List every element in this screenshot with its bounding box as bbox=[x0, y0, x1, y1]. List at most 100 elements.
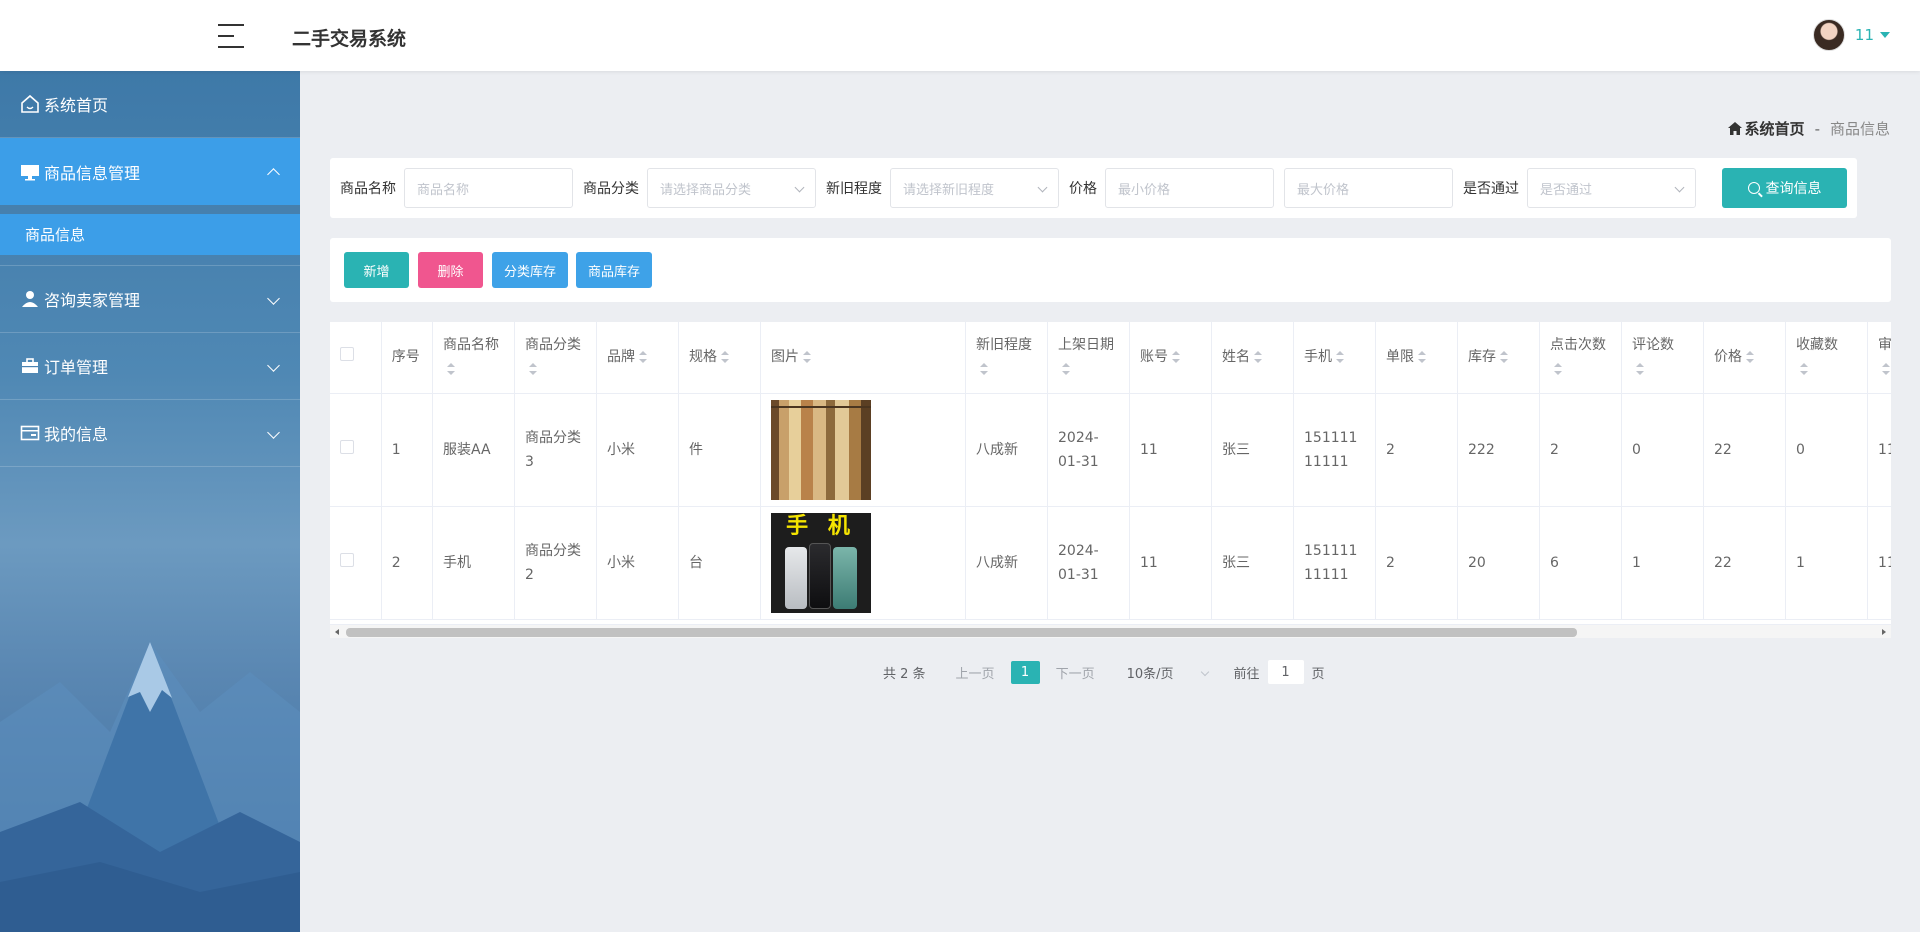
column-header[interactable]: 价格 bbox=[1703, 322, 1786, 394]
sort-icon[interactable] bbox=[1500, 351, 1508, 364]
cell-favorites: 0 bbox=[1785, 393, 1868, 507]
product-stock-button[interactable]: 商品库存 bbox=[576, 252, 652, 288]
sort-icon[interactable] bbox=[529, 363, 537, 376]
min-price-input[interactable]: 最小价格 bbox=[1105, 168, 1274, 208]
column-header[interactable]: 库存 bbox=[1457, 322, 1540, 394]
product-name-input[interactable]: 商品名称 bbox=[404, 168, 573, 208]
username[interactable]: 11 bbox=[1855, 26, 1874, 44]
caret-down-icon[interactable] bbox=[1880, 32, 1890, 38]
cell-stock: 222 bbox=[1457, 393, 1540, 507]
column-header[interactable]: 序号 bbox=[381, 322, 434, 394]
column-header[interactable]: 商品名称 bbox=[432, 322, 515, 394]
column-header[interactable]: 姓名 bbox=[1211, 322, 1294, 394]
sort-icon[interactable] bbox=[1800, 363, 1808, 376]
condition-select[interactable]: 请选择新旧程度 bbox=[890, 168, 1059, 208]
monitor-icon bbox=[20, 162, 40, 182]
table-row[interactable]: 1 服装AA 商品分类3 小米 件 八成新 2024-01-31 11 张三 1… bbox=[330, 393, 1891, 507]
next-page-button[interactable]: 下一页 bbox=[1056, 663, 1095, 682]
cell-person: 张三 bbox=[1211, 506, 1294, 620]
column-header[interactable]: 新旧程度 bbox=[965, 322, 1048, 394]
sort-icon[interactable] bbox=[1254, 351, 1262, 364]
cell-limit: 2 bbox=[1375, 506, 1458, 620]
cell-brand: 小米 bbox=[596, 506, 679, 620]
scroll-right-icon[interactable] bbox=[1882, 629, 1886, 635]
column-label: 收藏数 bbox=[1796, 337, 1838, 354]
column-header[interactable]: 商品分类 bbox=[514, 322, 597, 394]
phone-black bbox=[809, 542, 831, 609]
table-row[interactable]: 2 手机 商品分类2 小米 台 手 机 八成新 2024-01-31 11 张三 bbox=[330, 506, 1891, 620]
sidebar-item-my-info[interactable]: 我的信息 bbox=[0, 400, 300, 467]
sort-icon[interactable] bbox=[1172, 351, 1180, 364]
sidebar-item-orders[interactable]: 订单管理 bbox=[0, 333, 300, 400]
sort-icon[interactable] bbox=[980, 363, 988, 376]
sort-icon[interactable] bbox=[1062, 363, 1070, 376]
column-header[interactable]: 上架日期 bbox=[1047, 322, 1130, 394]
category-stock-button[interactable]: 分类库存 bbox=[492, 252, 568, 288]
page-size-select[interactable]: 10条/页 bbox=[1127, 663, 1214, 682]
sidebar-item-seller-inquiry[interactable]: 咨询卖家管理 bbox=[0, 266, 300, 333]
column-label: 手机 bbox=[1304, 349, 1332, 366]
row-checkbox[interactable] bbox=[340, 439, 354, 454]
cell-spec: 台 bbox=[678, 506, 761, 620]
sidebar-item-product-management[interactable]: 商品信息管理 bbox=[0, 138, 300, 205]
column-header[interactable]: 收藏数 bbox=[1785, 322, 1868, 394]
column-header[interactable]: 账号 bbox=[1129, 322, 1212, 394]
select-all-checkbox[interactable] bbox=[340, 347, 354, 362]
phone-green bbox=[833, 546, 857, 609]
phone-photo[interactable]: 手 机 bbox=[771, 512, 871, 613]
column-header[interactable]: 单限 bbox=[1375, 322, 1458, 394]
column-header[interactable]: 图片 bbox=[760, 322, 966, 394]
column-header[interactable]: 规格 bbox=[678, 322, 761, 394]
breadcrumb-home[interactable]: 系统首页 bbox=[1727, 118, 1805, 139]
page-number-current[interactable]: 1 bbox=[1010, 660, 1040, 684]
cell-image bbox=[760, 393, 966, 507]
sort-icon[interactable] bbox=[1336, 351, 1344, 364]
sort-icon[interactable] bbox=[639, 351, 647, 364]
row-checkbox[interactable] bbox=[340, 552, 354, 567]
add-button[interactable]: 新增 bbox=[344, 252, 409, 288]
user-menu[interactable]: 11 bbox=[1812, 19, 1890, 51]
goto-page-input[interactable]: 1 bbox=[1267, 660, 1304, 684]
breadcrumb-current: 商品信息 bbox=[1829, 120, 1890, 138]
delete-button[interactable]: 删除 bbox=[418, 252, 483, 288]
sort-icon[interactable] bbox=[1746, 351, 1754, 364]
select-all-cell bbox=[330, 322, 382, 394]
sort-icon[interactable] bbox=[721, 351, 729, 364]
column-header[interactable]: 审核回复 bbox=[1867, 322, 1891, 394]
prev-page-button[interactable]: 上一页 bbox=[956, 663, 995, 682]
column-header[interactable]: 评论数 bbox=[1621, 322, 1704, 394]
sort-icon[interactable] bbox=[447, 363, 455, 376]
approved-select[interactable]: 是否通过 bbox=[1527, 168, 1696, 208]
query-button[interactable]: 查询信息 bbox=[1722, 168, 1847, 208]
avatar[interactable] bbox=[1812, 19, 1845, 51]
sort-icon[interactable] bbox=[1418, 351, 1426, 364]
action-panel: 新增 删除 分类库存 商品库存 bbox=[330, 238, 1891, 302]
sidebar-item-home[interactable]: 系统首页 bbox=[0, 71, 300, 138]
category-label: 商品分类 bbox=[583, 181, 639, 197]
sort-icon[interactable] bbox=[1636, 363, 1644, 376]
pagination: 共 2 条 上一页 1 下一页 10条/页 前往 1 页 bbox=[883, 660, 1325, 684]
cell-condition: 八成新 bbox=[965, 506, 1048, 620]
column-label: 商品分类 bbox=[525, 337, 581, 354]
scroll-left-icon[interactable] bbox=[335, 629, 339, 635]
sort-icon[interactable] bbox=[1554, 363, 1562, 376]
horizontal-scrollbar[interactable] bbox=[330, 624, 1891, 638]
sidebar-subitem-product-info[interactable]: 商品信息 bbox=[0, 214, 300, 255]
goto-label: 前往 bbox=[1233, 666, 1260, 682]
sort-icon[interactable] bbox=[803, 351, 811, 364]
column-header[interactable]: 手机 bbox=[1293, 322, 1376, 394]
column-header[interactable]: 点击次数 bbox=[1539, 322, 1622, 394]
card-icon bbox=[20, 423, 40, 443]
scrollbar-thumb[interactable] bbox=[346, 628, 1577, 637]
clothes-photo[interactable] bbox=[771, 399, 871, 500]
column-header[interactable]: 品牌 bbox=[596, 322, 679, 394]
hamburger-menu-icon[interactable] bbox=[218, 24, 244, 48]
column-label: 图片 bbox=[771, 349, 799, 366]
pagination-total: 共 2 条 bbox=[883, 666, 926, 682]
chevron-down-icon bbox=[794, 182, 805, 193]
category-select[interactable]: 请选择商品分类 bbox=[647, 168, 816, 208]
sort-icon[interactable] bbox=[1882, 363, 1890, 376]
max-price-input[interactable]: 最大价格 bbox=[1284, 168, 1453, 208]
sidebar-group-products: 商品信息管理 商品信息 bbox=[0, 138, 300, 266]
breadcrumb-separator: - bbox=[1814, 119, 1820, 138]
